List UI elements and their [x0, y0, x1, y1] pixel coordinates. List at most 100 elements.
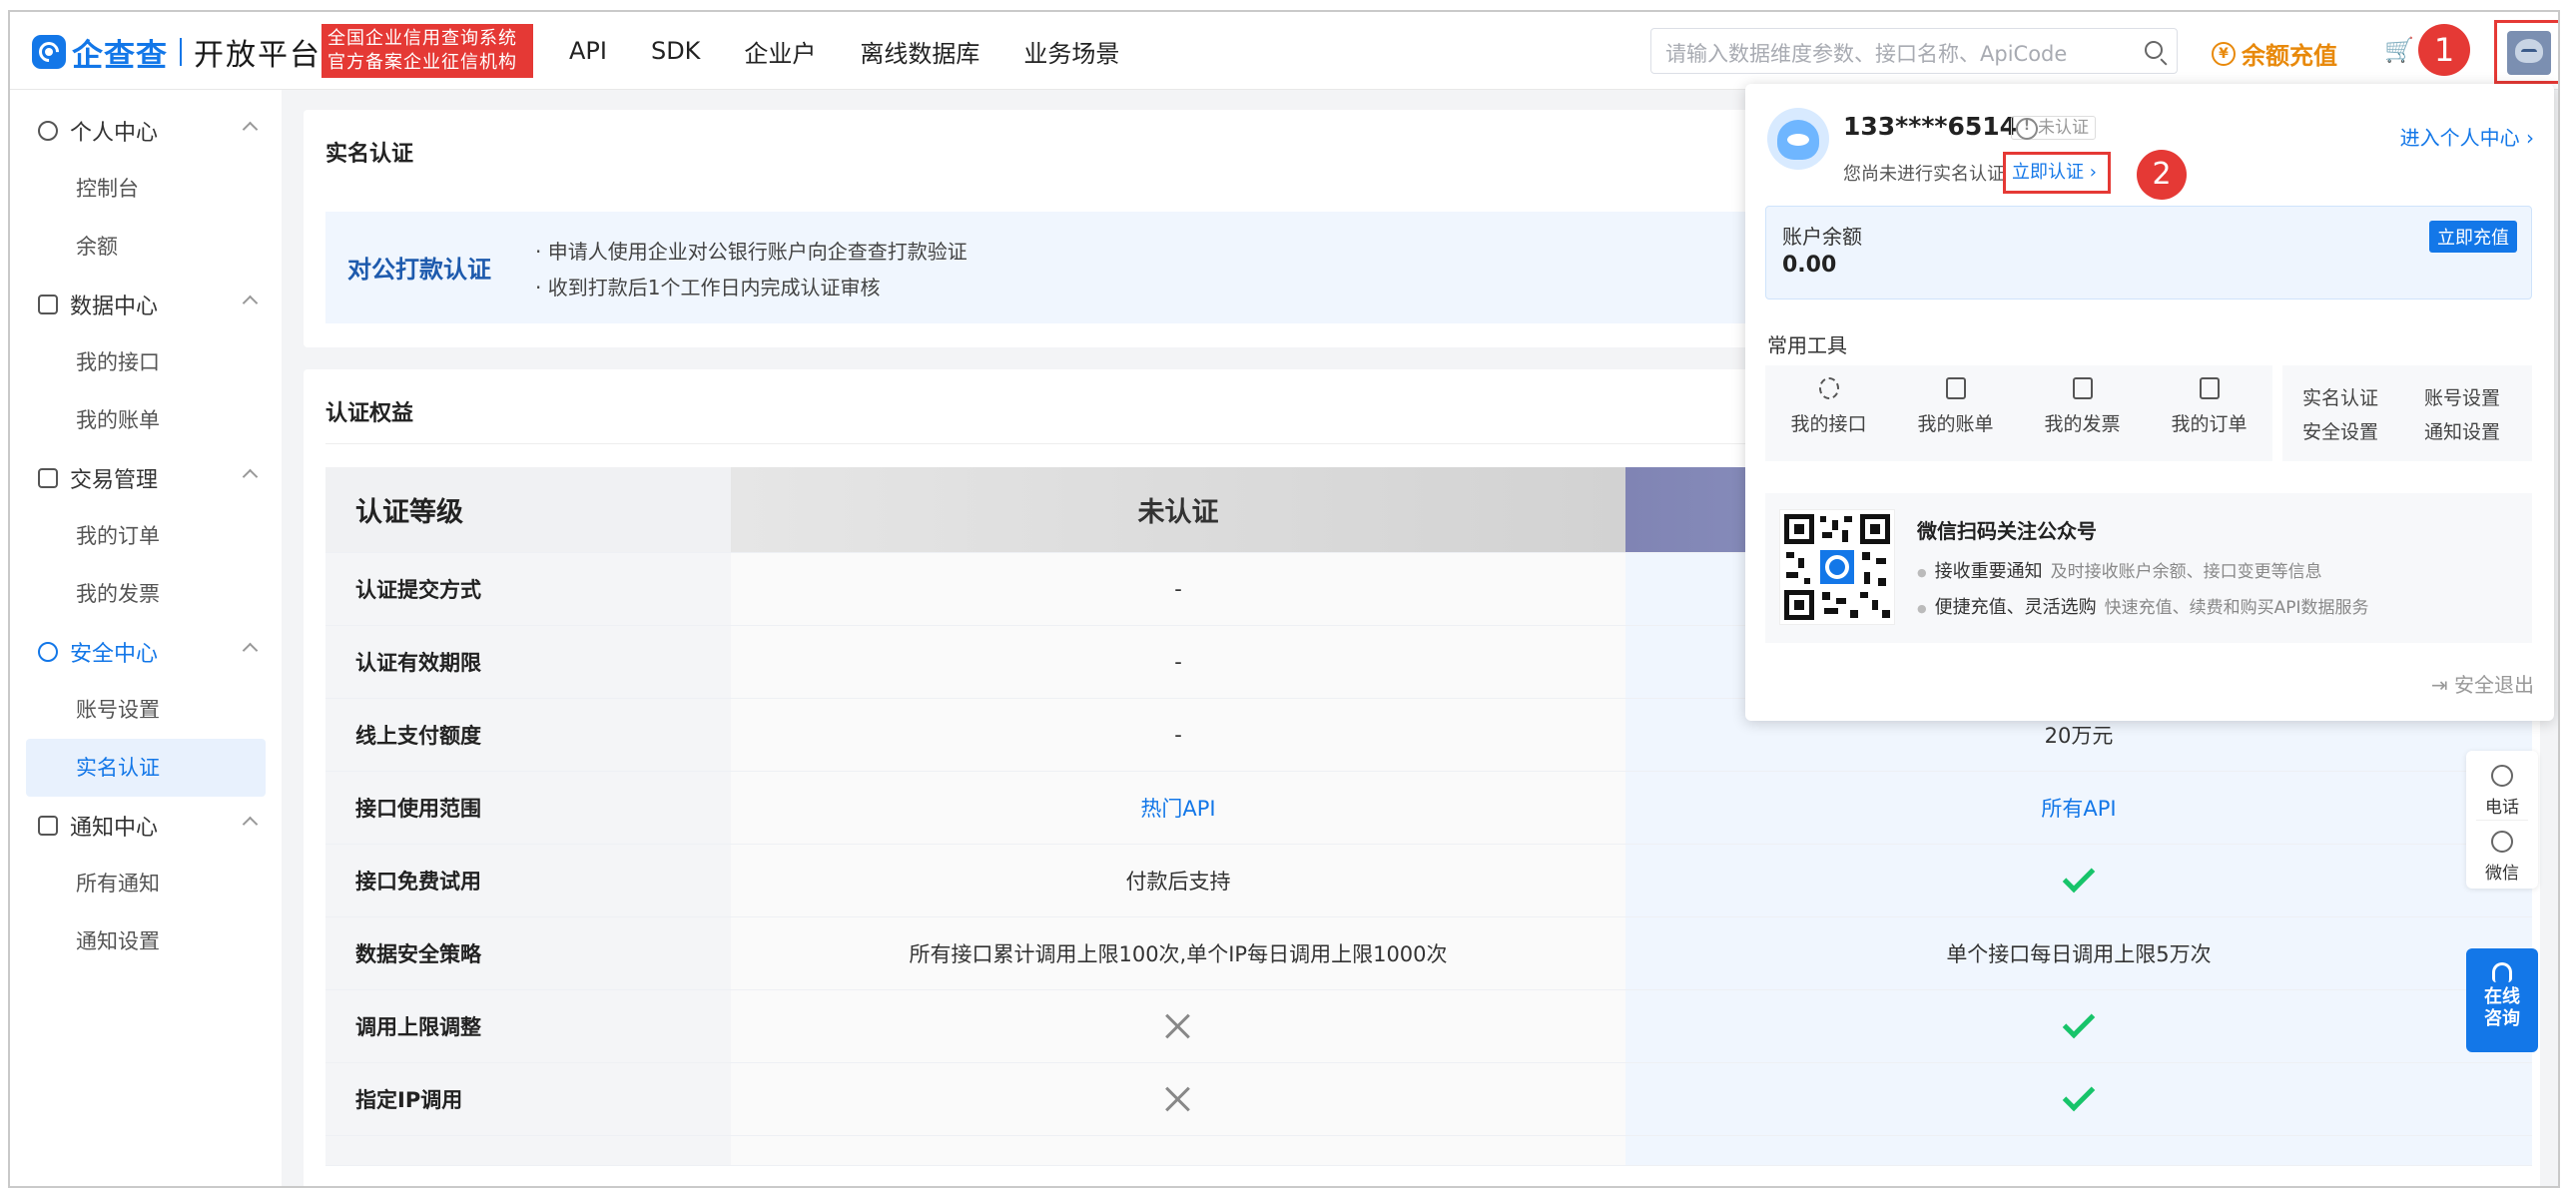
cart-icon[interactable]: 🛒	[2384, 36, 2414, 64]
wechat-icon	[2491, 831, 2513, 853]
cell-verified	[1625, 1063, 2532, 1135]
phone-icon	[2491, 765, 2513, 787]
sidebar-group-personal[interactable]: 个人中心	[10, 102, 282, 160]
search-input[interactable]: 请输入数据维度参数、接口名称、ApiCode	[1650, 28, 2178, 74]
sidebar-item-my-invoices[interactable]: 我的发票	[26, 565, 266, 623]
table-row: 调用上限调整	[325, 990, 2532, 1063]
sidebar-item-real-name[interactable]: 实名认证	[26, 739, 266, 797]
headset-icon	[2492, 962, 2512, 982]
link-account-settings[interactable]: 账号设置	[2424, 383, 2500, 410]
cell-unverified	[731, 990, 1625, 1062]
search-placeholder: 请输入数据维度参数、接口名称、ApiCode	[1665, 42, 2068, 66]
row-label: 线上支付额度	[325, 699, 731, 771]
sidebar-group-label: 通知中心	[70, 816, 159, 841]
all-api-link[interactable]: 所有API	[2041, 793, 2116, 823]
search-icon[interactable]	[2145, 41, 2163, 59]
sidebar-group-trade[interactable]: 交易管理	[10, 449, 282, 507]
chevron-up-icon	[242, 121, 259, 138]
nav-api[interactable]: API	[569, 37, 607, 65]
logo-divider	[180, 38, 182, 66]
recharge-button[interactable]: ¥ 余额充值	[2212, 36, 2337, 71]
tool-label: 我的账单	[1917, 413, 1994, 435]
sidebar-group-notify[interactable]: 通知中心	[10, 797, 282, 855]
verify-now-link[interactable]: 立即认证 ›	[2003, 152, 2111, 194]
sidebar-item-my-api[interactable]: 我的接口	[26, 333, 266, 391]
sidebar-group-label: 交易管理	[70, 468, 159, 493]
nav-scenarios[interactable]: 业务场景	[1023, 34, 1119, 69]
sidebar-group-data[interactable]: 数据中心	[10, 276, 282, 333]
sidebar-group-label: 个人中心	[70, 121, 159, 146]
qr-benefit-2-main: 便捷充值、灵活选购	[1934, 597, 2097, 618]
qr-code-icon	[1784, 514, 1890, 620]
chevron-up-icon	[242, 816, 259, 833]
user-avatar	[1767, 108, 1829, 170]
cell-unverified: 所有接口累计调用上限100次,单个IP每日调用上限1000次	[731, 917, 1625, 989]
qr-benefit-2-sub: 快速充值、续费和购买API数据服务	[2104, 598, 2369, 618]
callout-2: 2	[2137, 150, 2187, 200]
brand-logo[interactable]: 企查查 开放平台	[32, 32, 322, 74]
sidebar-group-label: 数据中心	[70, 295, 159, 319]
tool-my-bills[interactable]: 我的账单	[1892, 377, 2019, 436]
cell-unverified: -	[731, 553, 1625, 625]
nav-enterprise[interactable]: 企业户	[744, 34, 816, 69]
cell-unverified: 付款后支持	[731, 845, 1625, 916]
qr-benefit-1-sub: 及时接收账户余额、接口变更等信息	[2050, 562, 2322, 582]
badge-line-2: 官方备案企业征信机构	[327, 52, 517, 73]
row-label: 接口使用范围	[325, 772, 731, 844]
sidebar-item-account-settings[interactable]: 账号设置	[26, 681, 266, 739]
yen-icon: ¥	[2212, 41, 2236, 66]
sidebar-item-balance[interactable]: 余额	[26, 218, 266, 276]
cell-verified	[1625, 845, 2532, 916]
wechat-contact[interactable]: 微信	[2466, 831, 2538, 884]
shield-icon	[38, 642, 58, 662]
tool-my-orders[interactable]: 我的订单	[2146, 377, 2272, 436]
tools-grid: 我的接口 我的账单 我的发票 我的订单	[1765, 365, 2272, 461]
sidebar-item-all-notices[interactable]: 所有通知	[26, 855, 266, 912]
table-row	[325, 1136, 2532, 1166]
sidebar-item-my-orders[interactable]: 我的订单	[26, 507, 266, 565]
cross-icon	[1164, 1012, 1192, 1040]
logout-icon: ⇥	[2430, 673, 2454, 697]
table-row: 接口免费试用 付款后支持	[325, 845, 2532, 917]
row-label: 调用上限调整	[325, 990, 731, 1062]
pay-line-1: 申请人使用企业对公银行账户向企查查打款验证	[535, 236, 967, 265]
link-real-name[interactable]: 实名认证	[2302, 383, 2378, 410]
table-row: 接口使用范围 热门API 所有API	[325, 772, 2532, 845]
brand-logo-icon	[32, 35, 66, 69]
nav-offline-db[interactable]: 离线数据库	[860, 34, 979, 69]
row-label: 认证有效期限	[325, 626, 731, 698]
chevron-up-icon	[242, 468, 259, 485]
cell-unverified: -	[731, 699, 1625, 771]
avatar-button[interactable]	[2494, 20, 2558, 84]
pay-title: 对公打款认证	[347, 256, 491, 284]
logout-label: 安全退出	[2454, 673, 2534, 697]
hot-api-link[interactable]: 热门API	[1140, 793, 1215, 823]
row-label	[325, 1136, 731, 1165]
sidebar-item-console[interactable]: 控制台	[26, 160, 266, 218]
online-consult-button[interactable]: 在线 咨询	[2466, 948, 2538, 1052]
enter-personal-center-link[interactable]: 进入个人中心 ›	[2400, 122, 2534, 151]
contact-float: 电话 微信	[2466, 751, 2538, 889]
sidebar-group-security[interactable]: 安全中心	[10, 623, 282, 681]
tool-my-invoices[interactable]: 我的发票	[2019, 377, 2146, 436]
qr-benefit-2: 便捷充值、灵活选购快速充值、续费和购买API数据服务	[1917, 593, 2369, 619]
tool-label: 我的发票	[2044, 413, 2121, 435]
unverified-note: 您尚未进行实名认证	[1843, 164, 2005, 185]
qr-benefit-1: 接收重要通知及时接收账户余额、接口变更等信息	[1917, 557, 2322, 583]
row-label: 数据安全策略	[325, 917, 731, 989]
consult-label-1: 在线	[2484, 986, 2520, 1007]
credit-badge: 全国企业信用查询系统 官方备案企业征信机构	[322, 24, 533, 78]
tool-my-api[interactable]: 我的接口	[1765, 377, 1892, 436]
sidebar-item-notice-settings[interactable]: 通知设置	[26, 912, 266, 970]
col-header-unverified: 未认证	[731, 467, 1625, 552]
logout-button[interactable]: ⇥ 安全退出	[2431, 669, 2534, 698]
sidebar-item-my-bills[interactable]: 我的账单	[26, 391, 266, 449]
divider	[2476, 820, 2528, 821]
nav-sdk[interactable]: SDK	[651, 37, 700, 65]
link-notice-settings[interactable]: 通知设置	[2424, 417, 2500, 444]
phone-contact[interactable]: 电话	[2466, 765, 2538, 818]
row-label: 认证提交方式	[325, 553, 731, 625]
recharge-now-button[interactable]: 立即充值	[2429, 221, 2517, 253]
corporate-transfer-box: 对公打款认证 申请人使用企业对公银行账户向企查查打款验证 收到打款后1个工作日内…	[325, 212, 1763, 323]
link-security-settings[interactable]: 安全设置	[2302, 417, 2378, 444]
